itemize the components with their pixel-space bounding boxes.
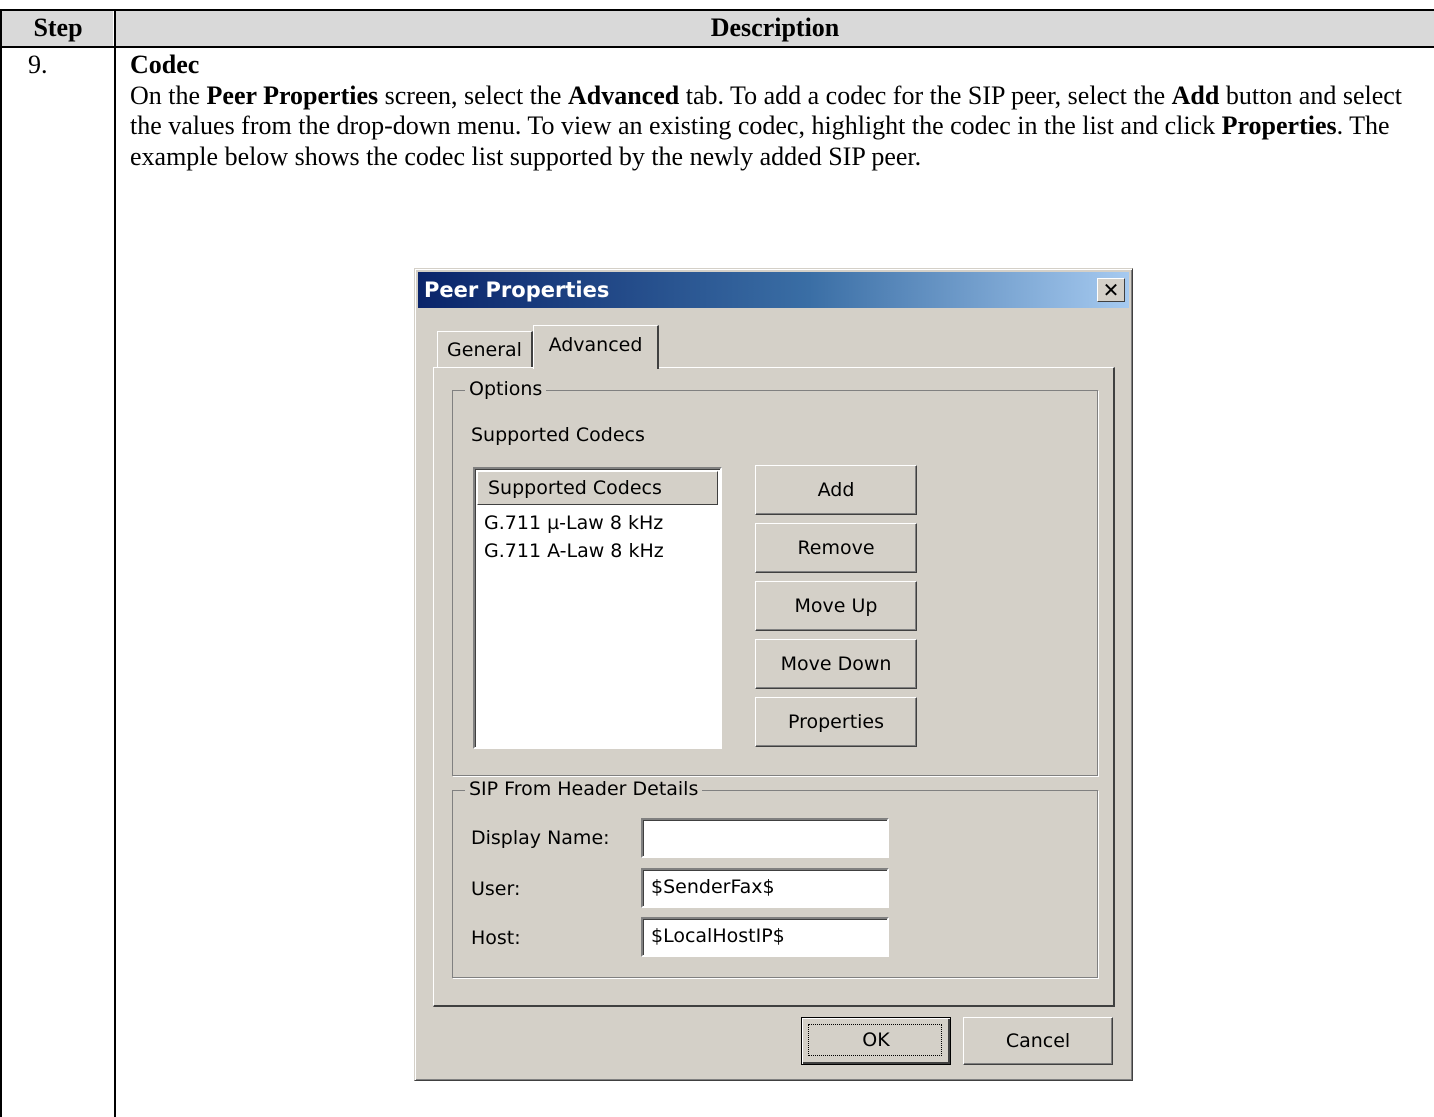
paragraph-run: screen, select the — [378, 80, 568, 110]
add-button[interactable]: Add — [755, 465, 917, 515]
move-down-button[interactable]: Move Down — [755, 639, 917, 689]
ok-focus-rect — [808, 1024, 942, 1056]
close-icon: ✕ — [1102, 278, 1120, 302]
tab-general[interactable]: General — [437, 331, 533, 367]
advanced-tab-panel: Options Supported Codecs Supported Codec… — [433, 367, 1115, 1007]
host-field[interactable]: $LocalHostIP$ — [641, 917, 889, 957]
table-header-divider — [0, 46, 1434, 48]
close-button[interactable]: ✕ — [1097, 278, 1125, 302]
step-paragraph: On the Peer Properties screen, select th… — [130, 81, 1420, 173]
paragraph-bold-run: Peer Properties — [206, 80, 379, 110]
step-description: Codec On the Peer Properties screen, sel… — [130, 50, 1420, 172]
display-name-label: Display Name: — [471, 827, 610, 849]
header-description: Description — [710, 13, 840, 42]
display-name-field[interactable] — [641, 818, 889, 858]
user-label: User: — [471, 878, 521, 900]
paragraph-bold-run: Properties — [1221, 111, 1337, 140]
list-item[interactable]: G.711 A-Law 8 kHz — [484, 539, 664, 563]
table-top-border — [0, 9, 1434, 11]
ok-button[interactable]: OK — [801, 1017, 951, 1065]
properties-button[interactable]: Properties — [755, 697, 917, 747]
paragraph-run: tab. To add a codec for the SIP peer, se… — [679, 80, 1172, 110]
sip-header-legend: SIP From Header Details — [465, 777, 703, 801]
dialog-titlebar[interactable]: Peer Properties ✕ — [418, 272, 1129, 308]
cancel-button[interactable]: Cancel — [963, 1017, 1113, 1065]
host-label: Host: — [471, 927, 521, 949]
supported-codecs-label: Supported Codecs — [471, 424, 645, 446]
table-column-divider — [114, 9, 116, 1117]
move-up-button[interactable]: Move Up — [755, 581, 917, 631]
options-legend: Options — [465, 377, 547, 401]
table-left-border — [0, 9, 2, 1117]
options-group: Options Supported Codecs Supported Codec… — [452, 377, 1098, 776]
list-item[interactable]: G.711 µ-Law 8 kHz — [484, 511, 663, 535]
codec-list[interactable]: Supported Codecs G.711 µ-Law 8 kHz G.711… — [473, 467, 722, 749]
user-field[interactable]: $SenderFax$ — [641, 868, 889, 908]
sip-header-group: SIP From Header Details Display Name: Us… — [452, 777, 1098, 978]
tab-advanced[interactable]: Advanced — [533, 325, 659, 369]
codec-list-header[interactable]: Supported Codecs — [477, 471, 718, 505]
remove-button[interactable]: Remove — [755, 523, 917, 573]
peer-properties-dialog: Peer Properties ✕ General Advanced Optio… — [414, 268, 1133, 1081]
paragraph-bold-run: Advanced — [567, 80, 680, 110]
paragraph-run: On the — [130, 80, 207, 110]
step-number: 9. — [28, 50, 48, 79]
step-heading: Codec — [130, 50, 200, 79]
paragraph-bold-run: Add — [1171, 80, 1220, 110]
header-step: Step — [33, 13, 83, 42]
dialog-title: Peer Properties — [424, 278, 610, 302]
